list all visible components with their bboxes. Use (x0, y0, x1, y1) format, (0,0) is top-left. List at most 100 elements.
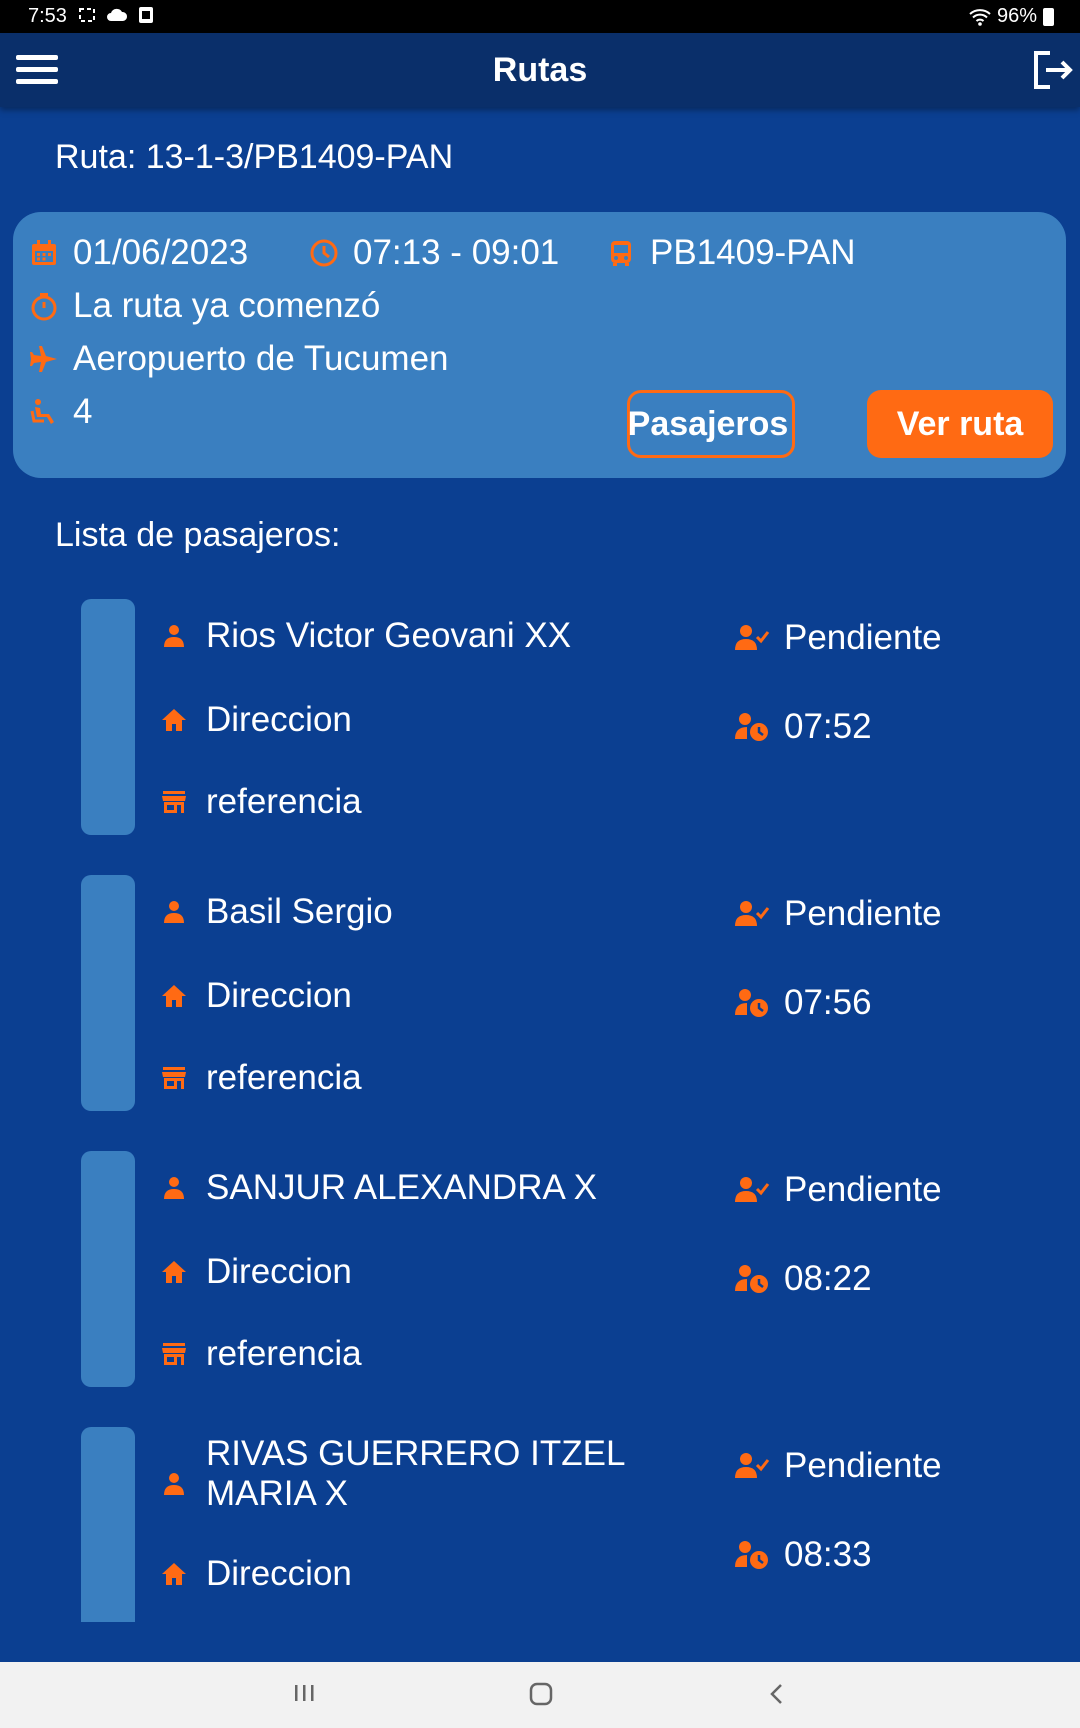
passenger-status-row: Pendiente (734, 618, 942, 658)
passengers-toggle-button[interactable]: Pasajeros (627, 390, 795, 458)
back-icon[interactable] (764, 1680, 790, 1708)
route-info-card: 01/06/2023 07:13 - 09:01 PB1409-PAN La r… (13, 212, 1066, 478)
person-icon (164, 625, 184, 647)
recent-apps-icon[interactable] (292, 1680, 318, 1708)
passenger-bar (81, 599, 135, 835)
route-seats: 4 (73, 392, 93, 431)
passenger-bar (81, 1427, 135, 1622)
route-label: Ruta: 13-1-3/PB1409-PAN (55, 138, 454, 176)
passenger-reference: referencia (206, 1334, 362, 1373)
home-button-icon[interactable] (526, 1680, 556, 1708)
page-title: Rutas (492, 51, 588, 89)
passenger-reference-row: referencia (160, 782, 362, 822)
home-icon (162, 1261, 186, 1283)
logout-icon[interactable] (1028, 47, 1074, 93)
route-time-row: 07:13 - 09:01 (309, 233, 559, 273)
passenger-address: Direccion (206, 1252, 352, 1291)
status-time: 7:53 (28, 5, 67, 27)
passenger-reference-row: referencia (160, 1058, 362, 1098)
route-time-range: 07:13 - 09:01 (353, 233, 560, 272)
passenger-name: RIVAS GUERRERO ITZEL MARIA X (206, 1434, 625, 1513)
passenger-name-row: Rios Victor Geovani XX (160, 616, 571, 656)
passenger-status: Pendiente (784, 1446, 942, 1485)
passenger-list-title: Lista de pasajeros: (55, 516, 341, 554)
route-seats-row: 4 (29, 392, 92, 432)
cloud-icon (107, 8, 128, 21)
person-icon (164, 901, 184, 923)
passenger-time-row: 07:56 (734, 983, 872, 1023)
home-icon (162, 1563, 186, 1585)
passenger-time: 07:52 (784, 707, 872, 746)
store-icon (162, 791, 186, 813)
passenger-status-row: Pendiente (734, 894, 942, 934)
passenger-address: Direccion (206, 700, 352, 739)
app-notification-icon (139, 7, 153, 23)
passenger-address-row: Direccion (160, 976, 352, 1016)
status-bar: 7:53 96% (0, 0, 1080, 33)
screenshot-icon (79, 8, 95, 22)
home-icon (162, 709, 186, 731)
passenger-name-row: SANJUR ALEXANDRA X (160, 1168, 597, 1208)
passenger-name: Basil Sergio (206, 892, 393, 931)
battery-percent: 96% (996, 5, 1037, 27)
person-clock-icon (735, 713, 768, 741)
status-right: 96% (969, 5, 1054, 28)
passenger-address: Direccion (206, 1554, 352, 1593)
person-check-icon (735, 625, 770, 650)
route-vehicle: PB1409-PAN (650, 233, 856, 272)
calendar-icon (32, 240, 56, 265)
passenger-status: Pendiente (784, 894, 942, 933)
passenger-time: 08:33 (784, 1535, 872, 1574)
clock-icon (310, 239, 338, 267)
bus-icon (611, 241, 631, 266)
passenger-reference: referencia (206, 1058, 362, 1097)
passenger-time-row: 08:33 (734, 1535, 872, 1575)
passenger-name-row: Basil Sergio (160, 892, 393, 932)
passenger-name: SANJUR ALEXANDRA X (206, 1168, 597, 1207)
passenger-reference-row: referencia (160, 1334, 362, 1374)
route-status-row: La ruta ya comenzó (29, 286, 380, 326)
passenger-time: 08:22 (784, 1259, 872, 1298)
passenger-item[interactable]: SANJUR ALEXANDRA X Direccion referencia … (0, 1142, 1080, 1387)
person-check-icon (735, 1453, 770, 1478)
app-bar: Rutas (0, 33, 1080, 107)
person-clock-icon (735, 989, 768, 1017)
store-icon (162, 1343, 186, 1365)
person-icon (164, 1177, 184, 1199)
passengers-button-label: Pasajeros (627, 404, 789, 443)
passenger-address-row: Direccion (160, 1554, 352, 1594)
route-destination: Aeropuerto de Tucumen (73, 339, 449, 378)
wifi-icon (969, 8, 991, 26)
passenger-item[interactable]: Rios Victor Geovani XX Direccion referen… (0, 590, 1080, 835)
person-clock-icon (735, 1265, 768, 1293)
passenger-time: 07:56 (784, 983, 872, 1022)
route-date-row: 01/06/2023 (29, 233, 248, 273)
passenger-address-row: Direccion (160, 700, 352, 740)
passenger-item[interactable]: RIVAS GUERRERO ITZEL MARIA X Direccion P… (0, 1418, 1080, 1622)
system-nav-bar (0, 1662, 1080, 1728)
timer-icon (31, 293, 57, 321)
passenger-name: Rios Victor Geovani XX (206, 616, 572, 655)
view-route-button[interactable]: Ver ruta (867, 390, 1053, 458)
route-date: 01/06/2023 (73, 233, 249, 272)
passenger-status: Pendiente (784, 618, 942, 657)
passenger-status: Pendiente (784, 1170, 942, 1209)
route-vehicle-row: PB1409-PAN (606, 233, 856, 273)
passenger-address: Direccion (206, 976, 352, 1015)
status-notification-icons (78, 6, 154, 24)
person-check-icon (735, 1177, 770, 1202)
passenger-address-row: Direccion (160, 1252, 352, 1292)
store-icon (162, 1067, 186, 1089)
home-icon (162, 985, 186, 1007)
passenger-status-row: Pendiente (734, 1446, 942, 1486)
passenger-bar (81, 1151, 135, 1387)
passenger-list[interactable]: Rios Victor Geovani XX Direccion referen… (0, 590, 1080, 1622)
seat-icon (30, 399, 54, 424)
battery-icon (1043, 7, 1054, 26)
passenger-item[interactable]: Basil Sergio Direccion referencia Pendie… (0, 866, 1080, 1111)
person-icon (164, 1473, 184, 1495)
passenger-time-row: 07:52 (734, 707, 872, 747)
passenger-bar (81, 875, 135, 1111)
route-status: La ruta ya comenzó (73, 286, 381, 325)
route-destination-row: Aeropuerto de Tucumen (29, 339, 449, 379)
